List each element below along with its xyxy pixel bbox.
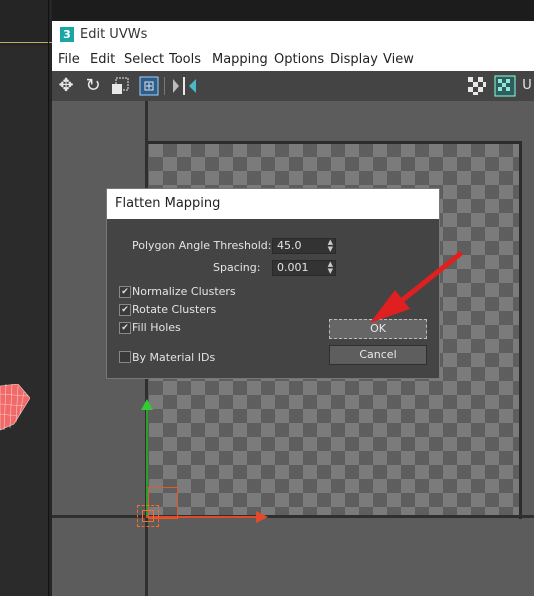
menu-edit[interactable]: Edit xyxy=(90,52,115,67)
toolbar: ✥ ↻ U xyxy=(52,71,534,101)
gizmo-center-icon[interactable] xyxy=(137,505,159,527)
move-icon[interactable]: ✥ xyxy=(55,75,77,97)
viewport-background xyxy=(0,46,49,596)
uv-frame-top xyxy=(147,141,522,144)
polygon-angle-value[interactable]: 45.0 xyxy=(277,239,302,253)
spacing-label: Spacing: xyxy=(213,261,261,274)
toolbar-separator xyxy=(164,77,165,95)
freeform-icon[interactable] xyxy=(138,75,160,97)
spacing-spinner[interactable]: 0.001 ▲ ▼ xyxy=(272,260,336,276)
menu-options[interactable]: Options xyxy=(274,52,324,67)
by-material-label: By Material IDs xyxy=(132,351,216,364)
dialog-title-bar[interactable]: Flatten Mapping xyxy=(107,189,439,219)
menu-display[interactable]: Display xyxy=(330,52,378,67)
uv-frame-right xyxy=(519,141,522,519)
title-bar[interactable]: 3 Edit UVWs xyxy=(52,21,534,49)
gizmo-x-arrow-icon[interactable] xyxy=(256,511,268,523)
flatten-mapping-dialog: Flatten Mapping Polygon Angle Threshold:… xyxy=(106,188,440,379)
app-icon: 3 xyxy=(60,27,74,42)
mesh-object[interactable] xyxy=(0,384,30,432)
rotate-checkbox[interactable]: ✔ xyxy=(119,304,131,316)
uv-texture-icon[interactable] xyxy=(494,75,516,97)
fill-holes-checkbox[interactable]: ✔ xyxy=(119,322,131,334)
polygon-angle-spinner[interactable]: 45.0 ▲ ▼ xyxy=(272,238,336,254)
left-viewport[interactable] xyxy=(0,0,52,596)
normalize-checkbox[interactable]: ✔ xyxy=(119,286,131,298)
ok-button[interactable]: OK xyxy=(329,319,427,339)
mirror-icon[interactable] xyxy=(170,75,196,97)
menu-view[interactable]: View xyxy=(383,52,414,67)
menu-bar: File Edit Select Tools Mapping Options D… xyxy=(52,49,534,72)
spacing-value[interactable]: 0.001 xyxy=(277,261,309,275)
rotate-label: Rotate Clusters xyxy=(132,303,217,316)
menu-select[interactable]: Select xyxy=(124,52,164,67)
spinner-arrows-icon[interactable]: ▲ ▼ xyxy=(328,239,333,253)
toolbar-truncated-label[interactable]: U xyxy=(520,75,534,97)
spinner-arrows-icon[interactable]: ▲ ▼ xyxy=(328,261,333,275)
uv-axis-horizontal xyxy=(52,515,534,518)
menu-tools[interactable]: Tools xyxy=(169,52,201,67)
by-material-checkbox[interactable] xyxy=(119,351,131,363)
checker-map-icon[interactable] xyxy=(466,75,488,97)
fill-holes-label: Fill Holes xyxy=(132,321,181,334)
window-title: Edit UVWs xyxy=(80,27,148,42)
viewport-divider xyxy=(48,0,49,596)
polygon-angle-label: Polygon Angle Threshold: xyxy=(132,239,272,252)
rotate-icon[interactable]: ↻ xyxy=(82,75,104,97)
gizmo-y-arrow-icon[interactable] xyxy=(141,399,153,410)
menu-mapping[interactable]: Mapping xyxy=(212,52,268,67)
dialog-title: Flatten Mapping xyxy=(115,196,221,211)
scale-icon[interactable] xyxy=(109,75,131,97)
normalize-label: Normalize Clusters xyxy=(132,285,236,298)
cancel-button[interactable]: Cancel xyxy=(329,345,427,365)
menu-file[interactable]: File xyxy=(58,52,80,67)
viewport-grid-line xyxy=(0,42,52,43)
